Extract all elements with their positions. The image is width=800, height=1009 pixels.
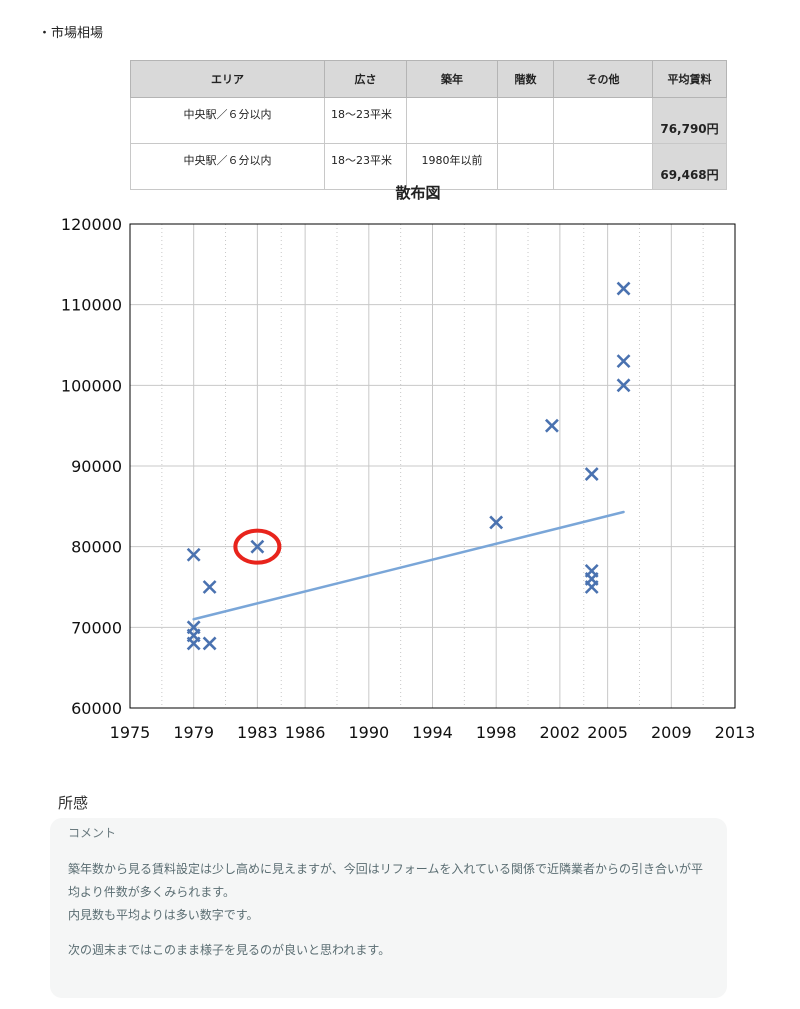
y-tick-label: 100000 [61,376,122,395]
x-tick-label: 2002 [540,723,581,742]
y-tick-label: 110000 [61,296,122,315]
scatter-chart: 散布図 60000 70000 80000 90000 100000 110000 1200… [0,178,800,758]
trendline [192,510,625,621]
data-point [202,580,217,594]
y-tick-label: 70000 [71,618,122,637]
comment-paragraph: 内見数も平均よりは多い数字です。 [68,908,259,922]
x-tick-label: 1994 [412,723,453,742]
x-tick-label: 2009 [651,723,692,742]
comment-body: 築年数から見る賃料設定は少し高めに見えますが、今回はリフォームを入れている関係で… [68,858,715,962]
data-point [584,580,599,594]
chart-title: 散布図 [395,184,440,202]
comment-paragraph: 次の週末まではこのまま様子を見るのが良いと思われます。 [68,943,391,957]
cell-average-rent: 76,790円 [652,97,727,144]
cell-size: 18〜23平米 [324,97,407,144]
impression-title: 所感 [58,794,89,812]
y-tick-label: 90000 [71,457,122,476]
x-tick-label: 1983 [237,723,278,742]
trendline-layer [192,510,625,621]
x-tick-label: 2005 [587,723,628,742]
x-tick-label: 1986 [285,723,326,742]
x-tick-label: 1979 [173,723,214,742]
cell-built-year [406,97,498,144]
y-tick-label: 120000 [61,215,122,234]
market-price-table: エリア 広さ 築年 階数 その他 平均賃料 中央駅／６分以内 18〜23平米 7… [130,60,727,190]
data-point [202,636,217,651]
section-label: ・市場相場 [38,26,104,41]
data-point [616,354,631,369]
comment-box: コメント 築年数から見る賃料設定は少し高めに見えますが、今回はリフォームを入れて… [50,818,727,998]
data-point [616,281,631,296]
header-size: 広さ [324,60,407,98]
comment-label: コメント [68,826,117,840]
header-other: その他 [553,60,653,98]
x-tick-label: 2013 [715,723,756,742]
cell-area: 中央駅／６分以内 [130,97,325,144]
chart-grid [130,224,735,708]
table-header-row: エリア 広さ 築年 階数 その他 平均賃料 [130,60,727,98]
x-tick-label: 1998 [476,723,517,742]
scatter-chart-svg: 散布図 60000 70000 80000 90000 100000 110000 1200… [61,184,755,742]
cell-other [553,97,653,144]
header-average-rent: 平均賃料 [652,60,727,98]
data-point [584,467,599,481]
comment-paragraph: 築年数から見る賃料設定は少し高めに見えますが、今回はリフォームを入れている関係で… [68,862,704,899]
x-tick-label: 1975 [110,723,151,742]
cell-floor [497,97,554,144]
y-tick-label: 60000 [71,699,122,718]
y-tick-label: 80000 [71,538,122,557]
header-floor: 階数 [497,60,554,98]
axis-tick-labels: 60000 70000 80000 90000 100000 110000 120000 19… [61,215,755,742]
data-point [544,418,559,433]
x-tick-label: 1990 [348,723,389,742]
table-row: 中央駅／６分以内 18〜23平米 76,790円 [130,97,727,144]
header-area: エリア [130,60,325,98]
header-built-year: 築年 [406,60,498,98]
